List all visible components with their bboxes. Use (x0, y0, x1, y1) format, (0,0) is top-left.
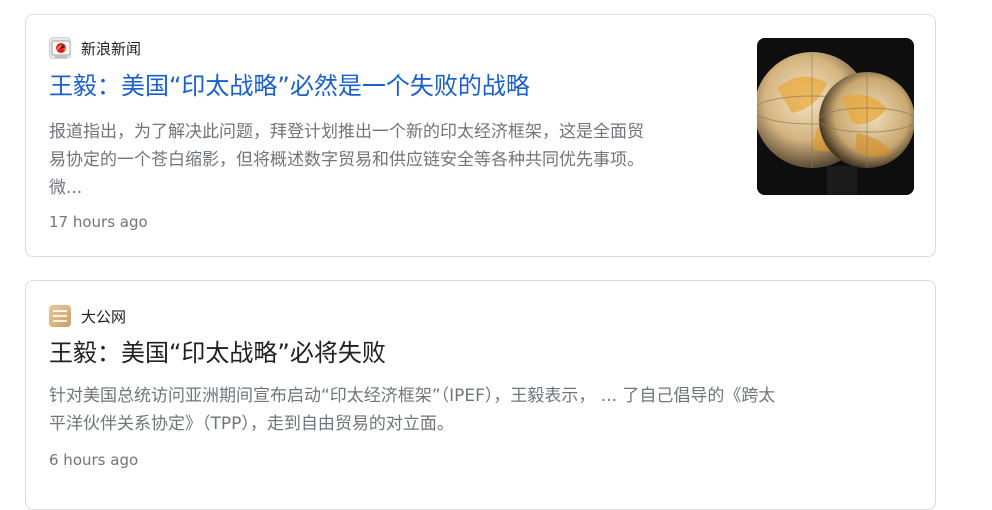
news-thumbnail-globe-image[interactable] (757, 38, 914, 195)
news-snippet: 针对美国总统访问亚洲期间宣布启动“印太经济框架”（IPEF），王毅表示， ...… (49, 382, 909, 438)
news-source-name: 大公网 (81, 307, 127, 326)
snippet-line: 易协定的一个苍白缩影，但将概述数字贸易和供应链安全等各种共同优先事项。 (49, 150, 644, 170)
news-source-name: 新浪新闻 (81, 39, 142, 58)
snippet-line: 报道指出，为了解决此问题，拜登计划推出一个新的印太经济框架，这是全面贸 (49, 122, 644, 142)
sina-logo-icon (49, 37, 71, 59)
dagong-logo-icon (49, 305, 71, 327)
news-timestamp: 17 hours ago (49, 213, 148, 231)
news-headline-link[interactable]: 王毅：美国“印太战略”必将失败 (49, 338, 386, 368)
news-headline-link[interactable]: 王毅：美国“印太战略”必然是一个失败的战略 (49, 71, 530, 101)
news-source[interactable]: 大公网 (49, 305, 126, 327)
snippet-line: 针对美国总统访问亚洲期间宣布启动“印太经济框架”（IPEF），王毅表示， ...… (49, 386, 776, 406)
news-result-card[interactable]: 大公网 王毅：美国“印太战略”必将失败 针对美国总统访问亚洲期间宣布启动“印太经… (25, 280, 936, 510)
snippet-line: 平洋伙伴关系协定》（TPP），走到自由贸易的对立面。 (49, 414, 454, 434)
news-result-card[interactable]: 新浪新闻 王毅：美国“印太战略”必然是一个失败的战略 报道指出，为了解决此问题，… (25, 14, 936, 257)
news-snippet: 报道指出，为了解决此问题，拜登计划推出一个新的印太经济框架，这是全面贸 易协定的… (49, 118, 749, 202)
snippet-line: 微... (49, 178, 83, 198)
news-timestamp: 6 hours ago (49, 451, 139, 469)
news-source[interactable]: 新浪新闻 (49, 37, 141, 59)
